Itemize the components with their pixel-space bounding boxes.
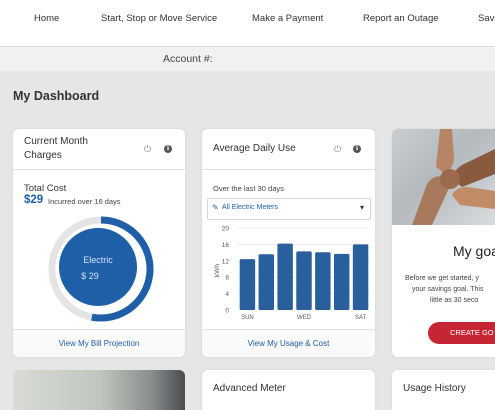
x-tick-label: WED — [297, 315, 312, 321]
usage-bar — [277, 243, 293, 310]
hands-illustration — [412, 129, 495, 225]
usage-bar — [258, 254, 275, 310]
card-title: Usage History — [403, 383, 466, 394]
total-cost-label: Total Cost — [24, 183, 67, 194]
usage-bar — [333, 253, 350, 310]
advanced-meter-card: Advanced Meter — [202, 370, 375, 410]
nav-home[interactable]: Home — [34, 13, 59, 24]
card-title: Current Month Charges — [24, 135, 88, 163]
usage-bar — [352, 244, 369, 310]
incurred-days-text: Incurred over 16 days — [48, 197, 121, 206]
goal-title: My goa — [453, 243, 495, 259]
x-tick-label: SAT — [355, 315, 367, 321]
plug-icon: ⏻ — [144, 144, 152, 154]
plug-icon: ✎ — [212, 203, 219, 212]
y-axis-label: kWh — [214, 264, 221, 277]
usage-bar — [315, 252, 331, 310]
card-title-line2: Charges — [24, 150, 62, 161]
goal-desc-line: little as 30 seco — [430, 297, 479, 304]
donut-center — [59, 228, 137, 306]
donut-value: $ 29 — [81, 271, 99, 281]
donut-label: Electric — [83, 255, 113, 265]
chevron-down-icon: ▾ — [359, 203, 364, 212]
card-divider — [202, 169, 375, 170]
card-title: Average Daily Use — [213, 143, 296, 154]
savings-goal-card: My goa Before we get started, y your sav… — [392, 129, 495, 357]
total-cost-value: $29 — [24, 194, 44, 206]
goal-desc-line: Before we get started, y — [405, 275, 479, 282]
meter-select-dropdown[interactable]: ✎ All Electric Meters ▾ — [207, 198, 371, 220]
teamwork-hands-image — [392, 129, 495, 225]
goal-description: Before we get started, y your savings go… — [405, 273, 483, 306]
nav-start-stop-move-service[interactable]: Start, Stop or Move Service — [101, 13, 217, 24]
usage-bar-chart: 0 4 8 12 16 20 kWh SUN WED SAT — [214, 226, 370, 321]
page-title: My Dashboard — [13, 89, 100, 103]
plug-icon: ⏻ — [334, 144, 342, 154]
usage-bar — [296, 251, 312, 310]
view-bill-projection-link[interactable]: View My Bill Projection — [13, 329, 185, 357]
top-navigation: Home Start, Stop or Move Service Make a … — [0, 0, 495, 47]
nav-save[interactable]: Save — [478, 13, 495, 24]
goal-desc-line: your savings goal. This — [412, 286, 484, 293]
nav-report-an-outage[interactable]: Report an Outage — [363, 13, 439, 24]
card-title-line1: Current Month — [24, 136, 88, 147]
usage-history-card: Usage History — [392, 370, 495, 410]
electric-cost-donut: Electric $ 29 — [48, 216, 154, 322]
y-tick-label: 4 — [225, 291, 229, 298]
nav-make-a-payment[interactable]: Make a Payment — [252, 13, 323, 24]
info-icon[interactable]: i — [353, 145, 361, 153]
bottom-card-image — [13, 370, 185, 410]
meter-select-value: All Electric Meters — [222, 204, 279, 211]
average-daily-use-card: Average Daily Use ⏻ i Over the last 30 d… — [202, 129, 375, 357]
account-label: Account #: — [163, 53, 213, 65]
y-tick-label: 8 — [225, 275, 229, 282]
account-bar: Account #: — [0, 47, 495, 71]
y-tick-label: 16 — [222, 242, 230, 249]
usage-bar — [239, 259, 256, 310]
x-tick-label: SUN — [241, 315, 254, 321]
y-tick-label: 20 — [222, 226, 230, 233]
current-month-charges-card: Current Month Charges ⏻ i Total Cost $29… — [13, 129, 185, 357]
info-icon[interactable]: i — [164, 145, 172, 153]
card-title: Advanced Meter — [213, 383, 286, 394]
view-usage-cost-link[interactable]: View My Usage & Cost — [202, 329, 375, 357]
create-goal-button[interactable]: CREATE GO — [428, 322, 495, 344]
period-subtext: Over the last 30 days — [213, 184, 284, 193]
card-divider — [13, 169, 185, 170]
y-tick-label: 12 — [222, 258, 230, 265]
y-tick-label: 0 — [225, 308, 229, 315]
